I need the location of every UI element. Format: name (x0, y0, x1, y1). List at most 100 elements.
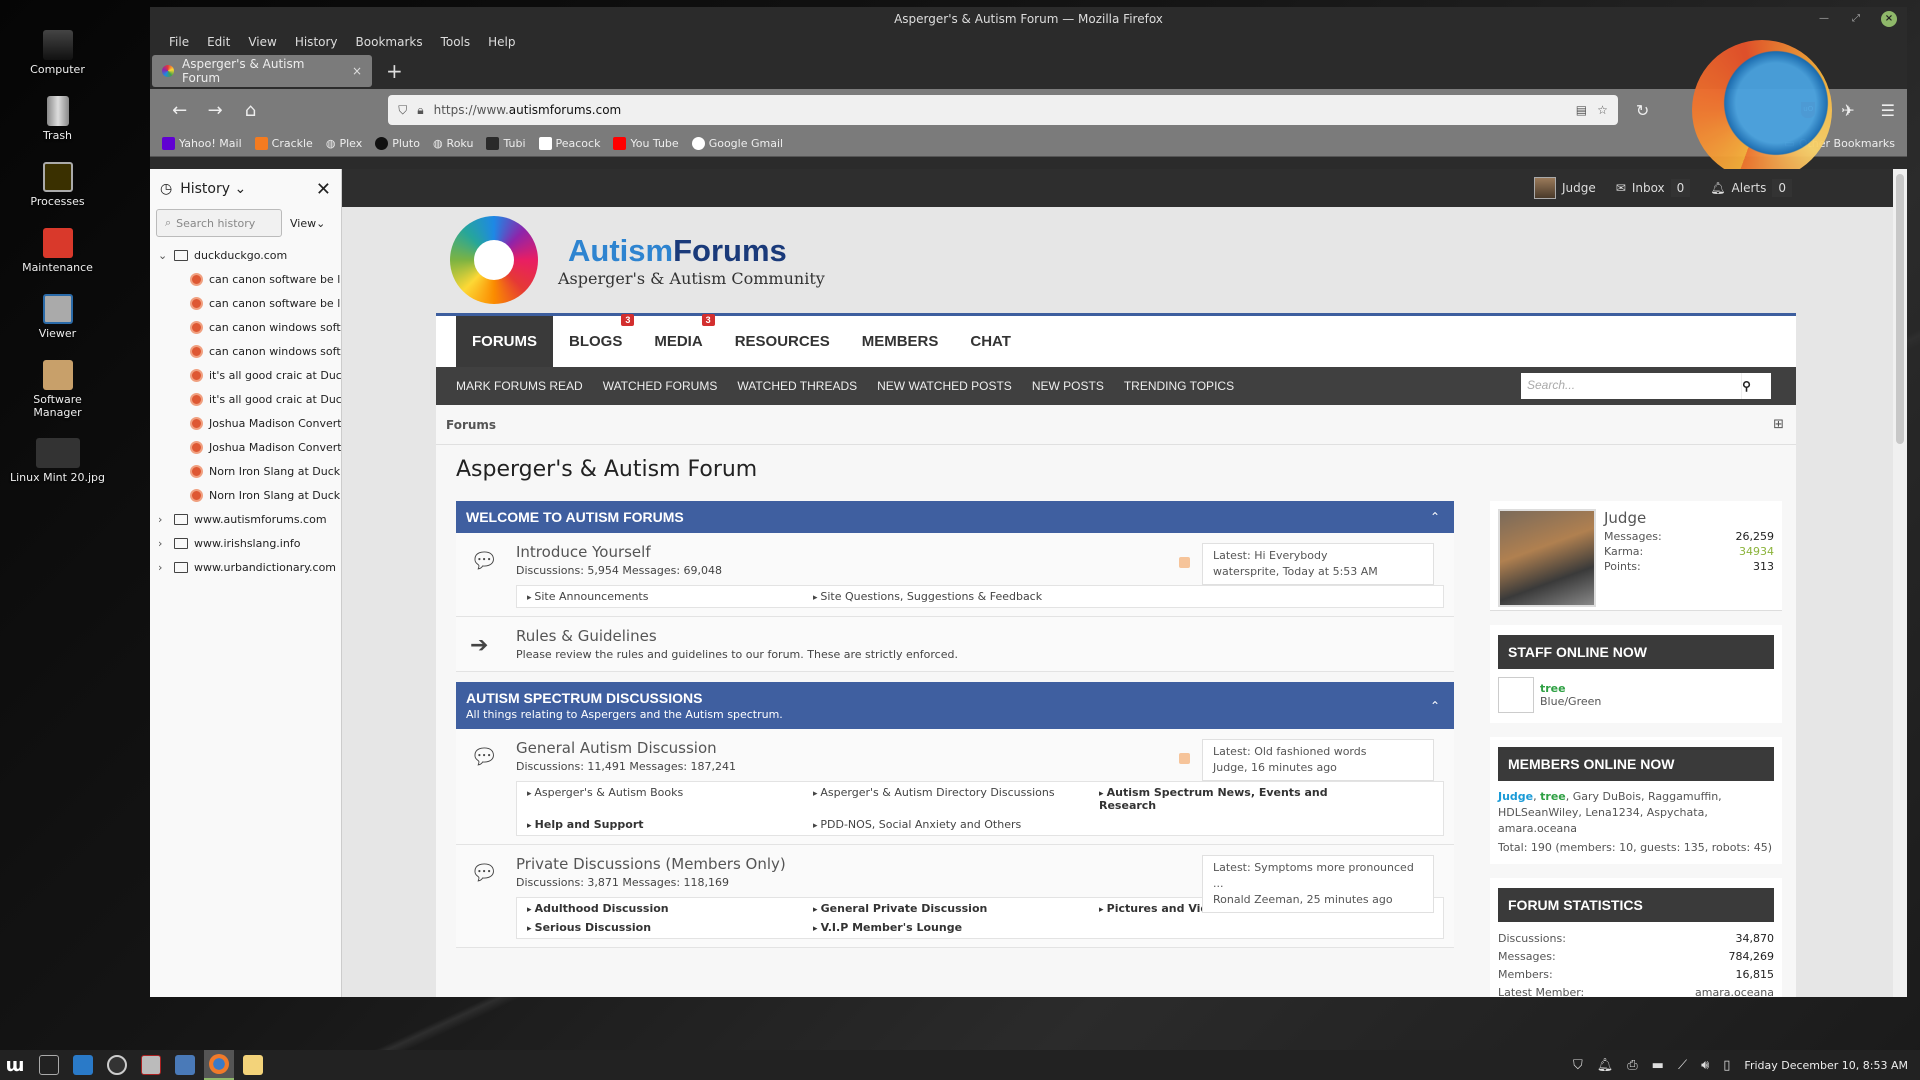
close-sidebar-icon[interactable]: ✕ (316, 179, 331, 200)
subnav-mark-forums-read[interactable]: MARK FORUMS READ (456, 379, 583, 393)
history-item[interactable]: can canon software be l… (150, 267, 341, 291)
subnav-new-posts[interactable]: NEW POSTS (1032, 379, 1104, 393)
network-icon[interactable]: ⟋ (1678, 1058, 1687, 1073)
taskbar-files[interactable] (238, 1050, 268, 1080)
desktop-icon-linux-mint-jpg[interactable]: Linux Mint 20.jpg (0, 438, 115, 504)
back-arrow-icon[interactable]: ← (162, 100, 197, 121)
url-text[interactable]: https://www.autismforums.com (434, 103, 1566, 117)
subnav-watched-forums[interactable]: WATCHED FORUMS (603, 379, 718, 393)
subforum-link[interactable]: Site Questions, Suggestions & Feedback (813, 590, 1099, 603)
mint-menu-button[interactable]: ɯ (0, 1050, 30, 1080)
inbox-link[interactable]: ✉ Inbox 0 (1616, 179, 1691, 197)
taskbar-terminal[interactable] (34, 1050, 64, 1080)
clock[interactable]: Friday December 10, 8:53 AM (1744, 1059, 1908, 1072)
history-item[interactable]: Joshua Madison Convert… (150, 435, 341, 459)
nav-resources[interactable]: RESOURCES (719, 316, 846, 367)
notification-bell-icon[interactable]: 🔔︎ (1597, 1058, 1614, 1073)
view-dropdown[interactable]: View⌄ (290, 217, 325, 230)
history-search-input[interactable]: ⌕ Search history (156, 209, 282, 237)
bookmark-yahoo-mail[interactable]: Yahoo! Mail (162, 137, 242, 150)
maximize-button[interactable]: ⤢ (1849, 12, 1863, 26)
history-folder-duckduckgo[interactable]: ⌄ duckduckgo.com (150, 243, 341, 267)
page-scrollbar[interactable] (1893, 169, 1907, 997)
menu-help[interactable]: Help (479, 35, 524, 49)
history-folder-urbandictionary[interactable]: › www.urbandictionary.com (150, 555, 341, 579)
close-tab-icon[interactable]: × (352, 64, 362, 78)
desktop-icon-processes[interactable]: Processes (0, 162, 115, 228)
nav-blogs[interactable]: BLOGS 3 (553, 314, 638, 367)
subforum-link[interactable]: Site Announcements (527, 590, 813, 603)
search-button[interactable]: ⚲ (1741, 373, 1771, 399)
subnav-new-watched-posts[interactable]: NEW WATCHED POSTS (877, 379, 1012, 393)
member-link[interactable]: tree (1540, 790, 1566, 803)
bookmark-peacock[interactable]: Peacock (538, 137, 600, 150)
bookmark-google-gmail[interactable]: Google Gmail (691, 137, 783, 150)
volume-icon[interactable]: 🔊︎ (1701, 1058, 1709, 1073)
bookmark-crackle[interactable]: Crackle (254, 137, 313, 150)
subforum-link[interactable]: Adulthood Discussion (527, 902, 813, 915)
collapse-chevron-icon[interactable]: ⌃ (1430, 699, 1440, 713)
subforum-link[interactable]: Asperger's & Autism Directory Discussion… (813, 786, 1099, 812)
subforum-link[interactable]: General Private Discussion (813, 902, 1099, 915)
avatar[interactable] (1498, 509, 1596, 607)
staff-member-link[interactable]: tree (1540, 682, 1601, 695)
battery-icon[interactable]: ▯ (1723, 1058, 1730, 1073)
subforum-link[interactable]: Serious Discussion (527, 921, 813, 934)
collapse-chevron-icon[interactable]: ⌃ (1430, 510, 1440, 524)
subnav-watched-threads[interactable]: WATCHED THREADS (737, 379, 857, 393)
menu-file[interactable]: File (160, 35, 198, 49)
taskbar-app-a[interactable] (102, 1050, 132, 1080)
tab-autism-forum[interactable]: Asperger's & Autism Forum × (152, 55, 372, 87)
history-item[interactable]: Norn Iron Slang at Duck… (150, 483, 341, 507)
minimize-button[interactable]: — (1817, 12, 1831, 26)
subforum-link[interactable]: Help and Support (527, 818, 813, 831)
category-header[interactable]: AUTISM SPECTRUM DISCUSSIONS All things r… (456, 682, 1454, 729)
bookmark-plex[interactable]: ◍ Plex (326, 137, 362, 150)
menu-history[interactable]: History (286, 35, 347, 49)
forum-title[interactable]: Rules & Guidelines (516, 627, 1444, 645)
subnav-trending-topics[interactable]: TRENDING TOPICS (1124, 379, 1234, 393)
bookmark-roku[interactable]: ◍ Roku (433, 137, 474, 150)
profile-username[interactable]: Judge (1604, 509, 1774, 527)
subforum-link[interactable]: Autism Spectrum News, Events and Researc… (1099, 786, 1385, 812)
forum-search-input[interactable]: Search... (1521, 373, 1741, 399)
history-sidebar-title[interactable]: History ⌄ (180, 181, 308, 197)
history-item[interactable]: can canon windows soft… (150, 339, 341, 363)
bookmark-star-icon[interactable]: ☆ (1597, 103, 1608, 117)
history-item[interactable]: it's all good craic at Duc… (150, 387, 341, 411)
printer-icon[interactable]: ⎙ (1627, 1058, 1637, 1073)
subforum-link[interactable]: PDD-NOS, Social Anxiety and Others (813, 818, 1099, 831)
desktop-icon-software-manager[interactable]: Software Manager (0, 360, 115, 438)
history-item[interactable]: Norn Iron Slang at Duck… (150, 459, 341, 483)
alerts-link[interactable]: 🔔︎ Alerts 0 (1710, 179, 1792, 197)
latest-post[interactable]: Latest: Hi Everybody watersprite, Today a… (1202, 543, 1434, 585)
bookmark-tubi[interactable]: Tubi (486, 137, 526, 150)
nav-media[interactable]: MEDIA 3 (638, 314, 718, 367)
history-item[interactable]: Joshua Madison Convert… (150, 411, 341, 435)
menu-view[interactable]: View (239, 35, 285, 49)
bookmark-youtube[interactable]: You Tube (613, 137, 679, 150)
latest-post[interactable]: Latest: Symptoms more pronounced ... Rona… (1202, 855, 1434, 913)
menu-bookmarks[interactable]: Bookmarks (347, 35, 432, 49)
nav-forums[interactable]: FORUMS (456, 316, 553, 367)
avatar[interactable] (1498, 677, 1534, 713)
nav-members[interactable]: MEMBERS (846, 316, 955, 367)
rss-icon[interactable] (1179, 753, 1190, 764)
taskbar-media-player[interactable] (68, 1050, 98, 1080)
desktop-icon-maintenance[interactable]: Maintenance (0, 228, 115, 294)
latest-post[interactable]: Latest: Old fashioned words Judge, 16 min… (1202, 739, 1434, 781)
breadcrumb-forums[interactable]: Forums (446, 418, 496, 432)
site-logo[interactable]: AutismForums Asperger's & Autism Communi… (436, 207, 1796, 313)
nav-chat[interactable]: CHAT (954, 316, 1027, 367)
category-header[interactable]: WELCOME TO AUTISM FORUMS ⌃ (456, 501, 1454, 533)
close-window-button[interactable]: × (1881, 11, 1897, 27)
member-link[interactable]: Judge (1498, 790, 1533, 803)
forward-arrow-icon[interactable]: → (197, 100, 232, 121)
history-folder-autismforums[interactable]: › www.autismforums.com (150, 507, 341, 531)
shield-icon[interactable]: ⛉ (398, 103, 407, 118)
new-tab-button[interactable]: + (386, 59, 403, 83)
history-folder-irishslang[interactable]: › www.irishslang.info (150, 531, 341, 555)
history-item[interactable]: can canon software be l… (150, 291, 341, 315)
extension-icon[interactable]: ✈ (1841, 101, 1854, 120)
menu-edit[interactable]: Edit (198, 35, 239, 49)
